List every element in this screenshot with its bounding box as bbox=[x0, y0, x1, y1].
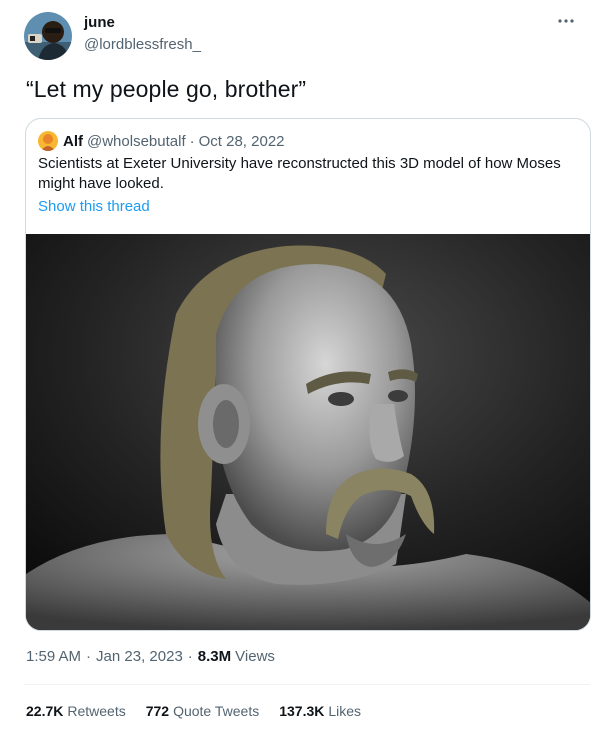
meta-separator-views: · bbox=[187, 648, 193, 665]
likes-stat[interactable]: 137.3K Likes bbox=[279, 703, 361, 719]
meta-separator: · bbox=[86, 648, 92, 665]
quoted-author-avatar bbox=[38, 131, 58, 151]
more-options-button[interactable] bbox=[555, 10, 577, 32]
author-name[interactable]: june bbox=[84, 14, 115, 31]
likes-label: Likes bbox=[328, 703, 362, 719]
show-thread-link[interactable]: Show this thread bbox=[38, 198, 150, 215]
divider bbox=[24, 684, 590, 685]
tweet-text: “Let my people go, brother” bbox=[26, 76, 307, 102]
quoted-tweet[interactable]: Alf @wholsebutalf · Oct 28, 2022 Scienti… bbox=[25, 118, 591, 631]
quoted-author-name: Alf bbox=[63, 132, 83, 150]
tweet-meta: 1:59 AM · Jan 23, 2023 · 8.3M Views bbox=[26, 648, 275, 665]
engagement-stats: 22.7K Retweets 772 Quote Tweets 137.3K Like… bbox=[26, 703, 381, 719]
retweets-label: Retweets bbox=[67, 703, 126, 719]
retweets-count: 22.7K bbox=[26, 703, 64, 719]
likes-count: 137.3K bbox=[279, 703, 325, 719]
more-horizontal-icon bbox=[557, 18, 575, 24]
tweet-time[interactable]: 1:59 AM bbox=[26, 648, 81, 665]
quoted-tweet-header: Alf @wholsebutalf · Oct 28, 2022 bbox=[38, 131, 285, 151]
quoted-separator: · bbox=[189, 132, 195, 150]
tweet-date[interactable]: Jan 23, 2023 bbox=[96, 648, 183, 665]
quoted-tweet-text: Scientists at Exeter University have rec… bbox=[38, 155, 561, 192]
views-count: 8.3M bbox=[197, 648, 232, 665]
retweets-stat[interactable]: 22.7K Retweets bbox=[26, 703, 126, 719]
quoted-author-handle: @wholsebutalf bbox=[87, 132, 186, 150]
quoted-date: Oct 28, 2022 bbox=[198, 132, 285, 150]
quote-tweets-label: Quote Tweets bbox=[173, 703, 260, 719]
quoted-media-image[interactable] bbox=[26, 234, 590, 630]
views-label: Views bbox=[235, 648, 275, 665]
3d-sculpt-head-image bbox=[26, 234, 590, 630]
author-avatar[interactable] bbox=[24, 12, 72, 60]
quote-tweets-count: 772 bbox=[145, 703, 170, 719]
quote-tweets-stat[interactable]: 772 Quote Tweets bbox=[146, 703, 260, 719]
author-handle[interactable]: @lordblessfresh_ bbox=[84, 36, 201, 53]
tweet-card: june @lordblessfresh_ “Let my people go,… bbox=[0, 0, 595, 732]
